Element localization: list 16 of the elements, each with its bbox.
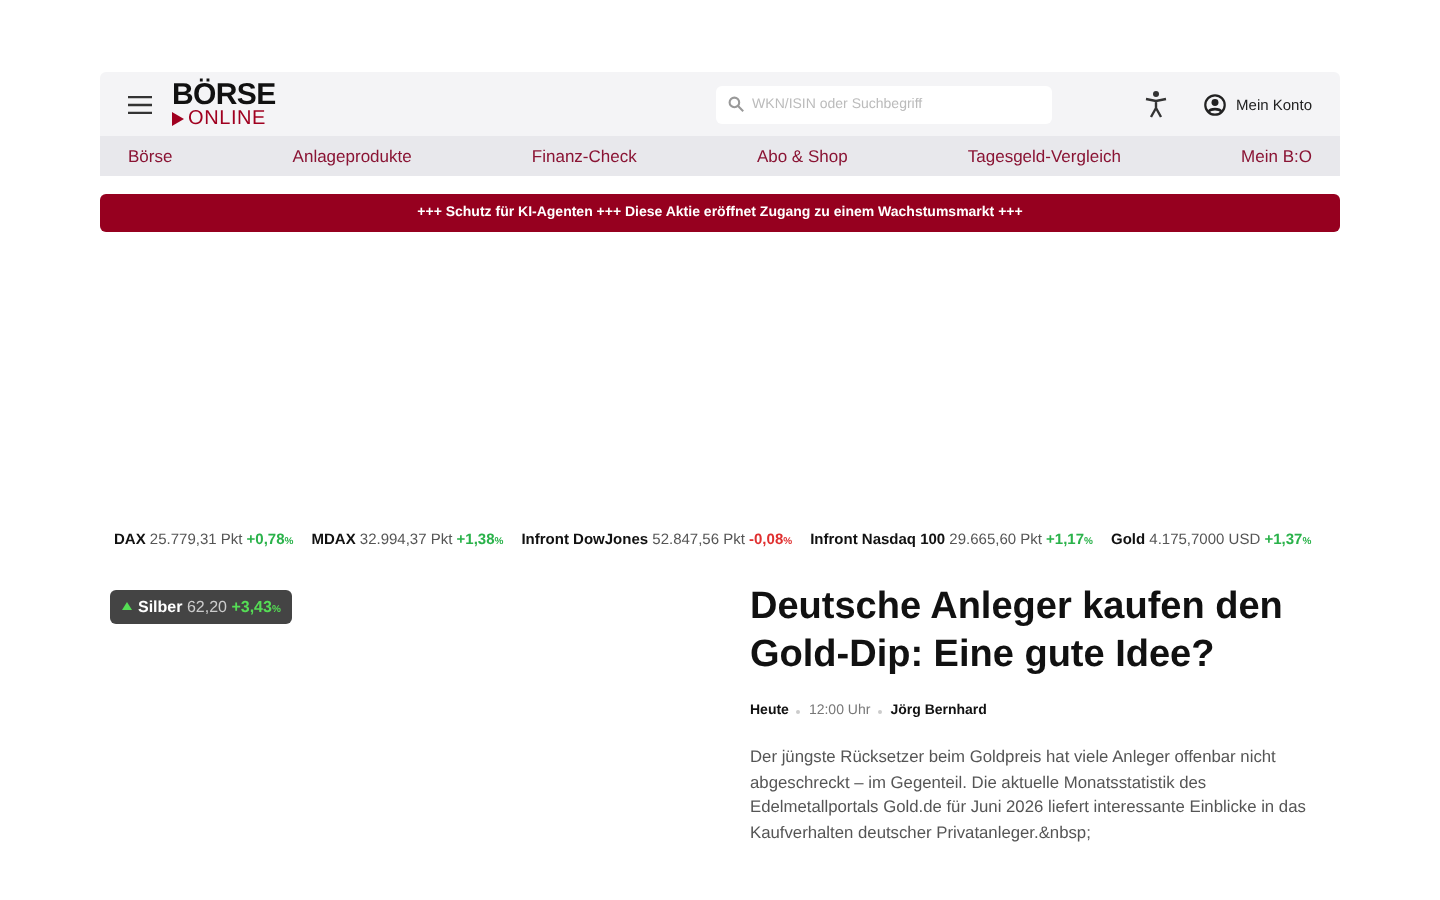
logo-text[interactable]: BÖRSE bbox=[172, 79, 276, 109]
nav-link[interactable]: Mein B:O bbox=[1241, 146, 1312, 166]
nav-link[interactable]: Anlageprodukte bbox=[292, 146, 412, 166]
logo-subtext[interactable]: ONLINE bbox=[188, 109, 267, 129]
menu-icon[interactable] bbox=[128, 95, 152, 113]
article-headline[interactable]: Deutsche Anleger kaufen den Gold-Dip: Eine gute Idee? bbox=[750, 584, 1330, 680]
article-teaser: Der jüngste Rücksetzer beim Goldpreis hat viele Anleger offenbar nicht abgeschreckt – im Gegenteil. Die aktuelle Monatsstatistik des Edelmetallportals Gold.de für Juni 2026 liefert interessante Einblicke in das Kaufverhalten deutscher Privatanleger.&nbsp; bbox=[750, 744, 1308, 846]
accessibility-icon[interactable] bbox=[1144, 90, 1169, 118]
nav-link[interactable]: Tagesgeld-Vergleich bbox=[967, 146, 1121, 166]
user-icon[interactable] bbox=[1204, 93, 1227, 115]
search-icon bbox=[728, 96, 745, 112]
nav-link[interactable]: Finanz-Check bbox=[531, 146, 637, 166]
nav-link[interactable]: Abo & Shop bbox=[756, 146, 848, 166]
play-icon bbox=[172, 112, 184, 126]
up-arrow-icon bbox=[122, 602, 132, 610]
nav-link[interactable]: Börse bbox=[128, 146, 173, 166]
